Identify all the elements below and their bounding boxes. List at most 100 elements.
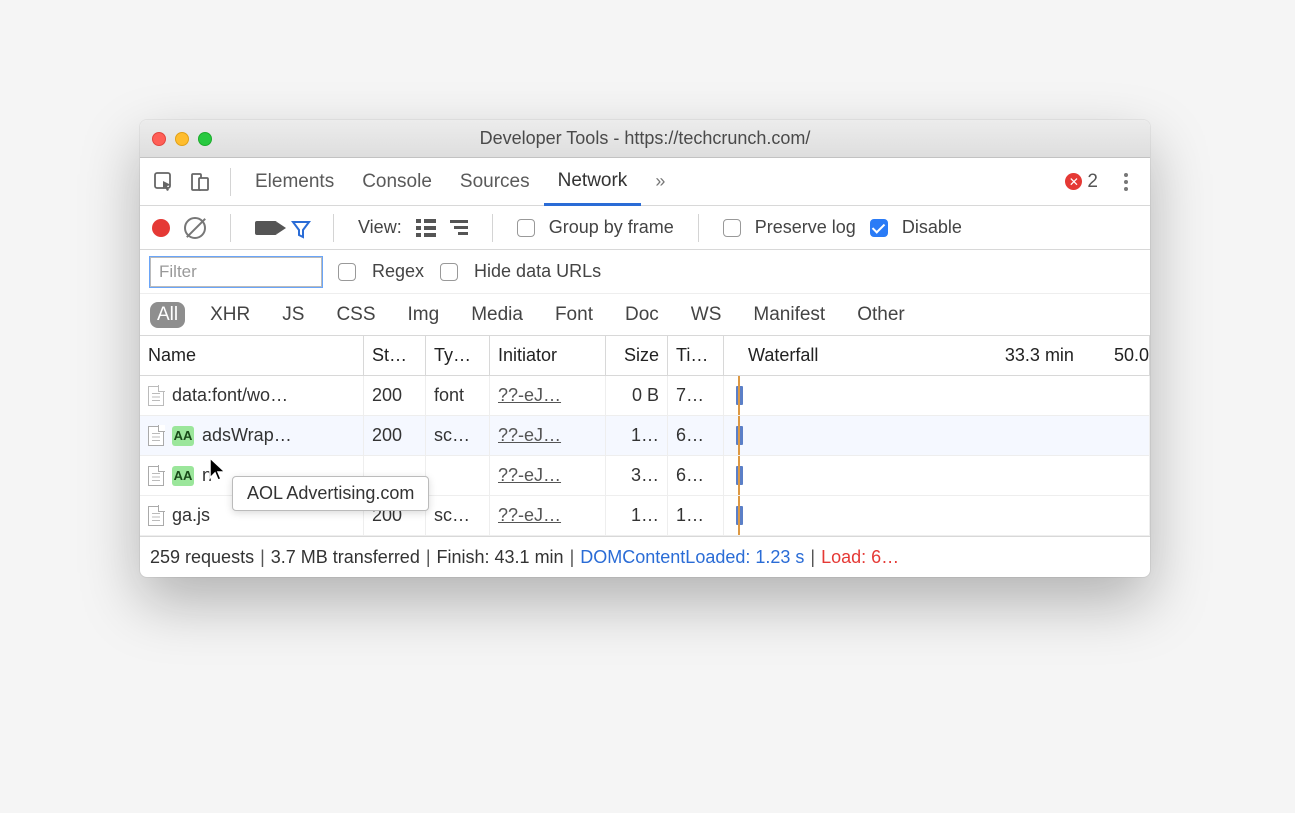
cell-status: 200: [364, 416, 426, 455]
filter-input[interactable]: [150, 257, 322, 287]
tab-console[interactable]: Console: [348, 158, 446, 205]
screenshot-icon[interactable]: [255, 221, 277, 235]
large-rows-icon[interactable]: [416, 219, 436, 237]
col-type[interactable]: Ty…: [426, 336, 490, 375]
request-name: data:font/wo…: [172, 385, 288, 406]
col-size[interactable]: Size: [606, 336, 668, 375]
group-by-frame-label: Group by frame: [549, 217, 674, 238]
requests-count: 259 requests: [150, 547, 254, 568]
cell-time: 1…: [668, 496, 724, 535]
cell-size: 1…: [606, 496, 668, 535]
status-bar: 259 requests | 3.7 MB transferred | Fini…: [140, 537, 1150, 577]
initiator-link[interactable]: ??-eJ…: [498, 465, 561, 486]
cell-size: 3…: [606, 456, 668, 495]
waterfall-view-icon[interactable]: [450, 220, 468, 235]
type-filter-xhr[interactable]: XHR: [203, 302, 257, 328]
resource-type-filters: All XHR JS CSS Img Media Font Doc WS Man…: [140, 294, 1150, 336]
more-tabs-button[interactable]: »: [655, 171, 665, 192]
window-minimize-button[interactable]: [175, 132, 189, 146]
divider: [333, 214, 334, 242]
inspect-element-icon[interactable]: [148, 166, 180, 198]
window-title: Developer Tools - https://techcrunch.com…: [140, 128, 1150, 149]
file-icon: [148, 506, 164, 526]
cell-type: font: [426, 376, 490, 415]
titlebar: Developer Tools - https://techcrunch.com…: [140, 120, 1150, 158]
error-count: 2: [1087, 171, 1098, 193]
cell-time: 7…: [668, 376, 724, 415]
view-label: View:: [358, 217, 402, 238]
request-name: ga.js: [172, 505, 210, 526]
tooltip: AOL Advertising.com: [232, 476, 429, 511]
regex-checkbox[interactable]: [338, 263, 356, 281]
window-zoom-button[interactable]: [198, 132, 212, 146]
file-icon: [148, 466, 164, 486]
initiator-link[interactable]: ??-eJ…: [498, 385, 561, 406]
cell-type: sc…: [426, 416, 490, 455]
cell-status: 200: [364, 376, 426, 415]
type-filter-js[interactable]: JS: [275, 302, 311, 328]
load-time: Load: 6…: [821, 547, 899, 568]
error-count-badge[interactable]: ✕ 2: [1065, 171, 1098, 193]
initiator-link[interactable]: ??-eJ…: [498, 425, 561, 446]
domcontentloaded-time: DOMContentLoaded: 1.23 s: [580, 547, 804, 568]
col-waterfall[interactable]: Waterfall 33.3 min 50.0: [724, 336, 1150, 375]
cell-waterfall: [724, 416, 1150, 455]
cell-waterfall: [724, 496, 1150, 535]
cell-type: [426, 456, 490, 495]
regex-label: Regex: [372, 261, 424, 282]
settings-menu-button[interactable]: [1114, 173, 1138, 191]
tab-sources[interactable]: Sources: [446, 158, 544, 205]
col-time[interactable]: Ti…: [668, 336, 724, 375]
filter-icon[interactable]: [291, 219, 309, 237]
device-toolbar-icon[interactable]: [184, 166, 216, 198]
type-filter-font[interactable]: Font: [548, 302, 600, 328]
type-filter-ws[interactable]: WS: [684, 302, 729, 328]
error-icon: ✕: [1065, 173, 1082, 190]
initiator-link[interactable]: ??-eJ…: [498, 505, 561, 526]
clear-button[interactable]: [184, 217, 206, 239]
table-row[interactable]: data:font/wo… 200 font ??-eJ… 0 B 7…: [140, 376, 1150, 416]
cell-time: 6…: [668, 416, 724, 455]
window-close-button[interactable]: [152, 132, 166, 146]
transferred-size: 3.7 MB transferred: [271, 547, 420, 568]
hide-data-urls-checkbox[interactable]: [440, 263, 458, 281]
col-name[interactable]: Name: [140, 336, 364, 375]
record-button[interactable]: [152, 219, 170, 237]
type-filter-img[interactable]: Img: [401, 302, 447, 328]
table-header: Name St… Ty… Initiator Size Ti… Waterfal…: [140, 336, 1150, 376]
request-name: adsWrap…: [202, 425, 292, 446]
tab-elements[interactable]: Elements: [241, 158, 348, 205]
traffic-lights: [152, 132, 212, 146]
col-status[interactable]: St…: [364, 336, 426, 375]
type-filter-css[interactable]: CSS: [329, 302, 382, 328]
table-row[interactable]: AA adsWrap… 200 sc… ??-eJ… 1… 6…: [140, 416, 1150, 456]
type-filter-other[interactable]: Other: [850, 302, 912, 328]
network-toolbar: View: Group by frame Preserve log Disabl…: [140, 206, 1150, 250]
cell-size: 0 B: [606, 376, 668, 415]
devtools-window: Developer Tools - https://techcrunch.com…: [140, 120, 1150, 577]
divider: [492, 214, 493, 242]
cell-time: 6…: [668, 456, 724, 495]
filter-bar: Regex Hide data URLs: [140, 250, 1150, 294]
type-filter-media[interactable]: Media: [464, 302, 530, 328]
preserve-log-checkbox[interactable]: [723, 219, 741, 237]
request-name: n: [202, 465, 212, 486]
type-filter-doc[interactable]: Doc: [618, 302, 666, 328]
cell-type: sc…: [426, 496, 490, 535]
file-icon: [148, 386, 164, 406]
tab-network[interactable]: Network: [544, 159, 642, 206]
type-filter-all[interactable]: All: [150, 302, 185, 328]
divider: [230, 214, 231, 242]
disable-cache-label: Disable: [902, 217, 962, 238]
cell-waterfall: [724, 376, 1150, 415]
col-initiator[interactable]: Initiator: [490, 336, 606, 375]
divider: [230, 168, 231, 196]
cell-waterfall: [724, 456, 1150, 495]
tracker-badge: AA: [172, 466, 194, 486]
disable-cache-checkbox[interactable]: [870, 219, 888, 237]
hide-data-urls-label: Hide data URLs: [474, 261, 601, 282]
type-filter-manifest[interactable]: Manifest: [746, 302, 832, 328]
preserve-log-label: Preserve log: [755, 217, 856, 238]
group-by-frame-checkbox[interactable]: [517, 219, 535, 237]
panel-tabs: Elements Console Sources Network » ✕ 2: [140, 158, 1150, 206]
